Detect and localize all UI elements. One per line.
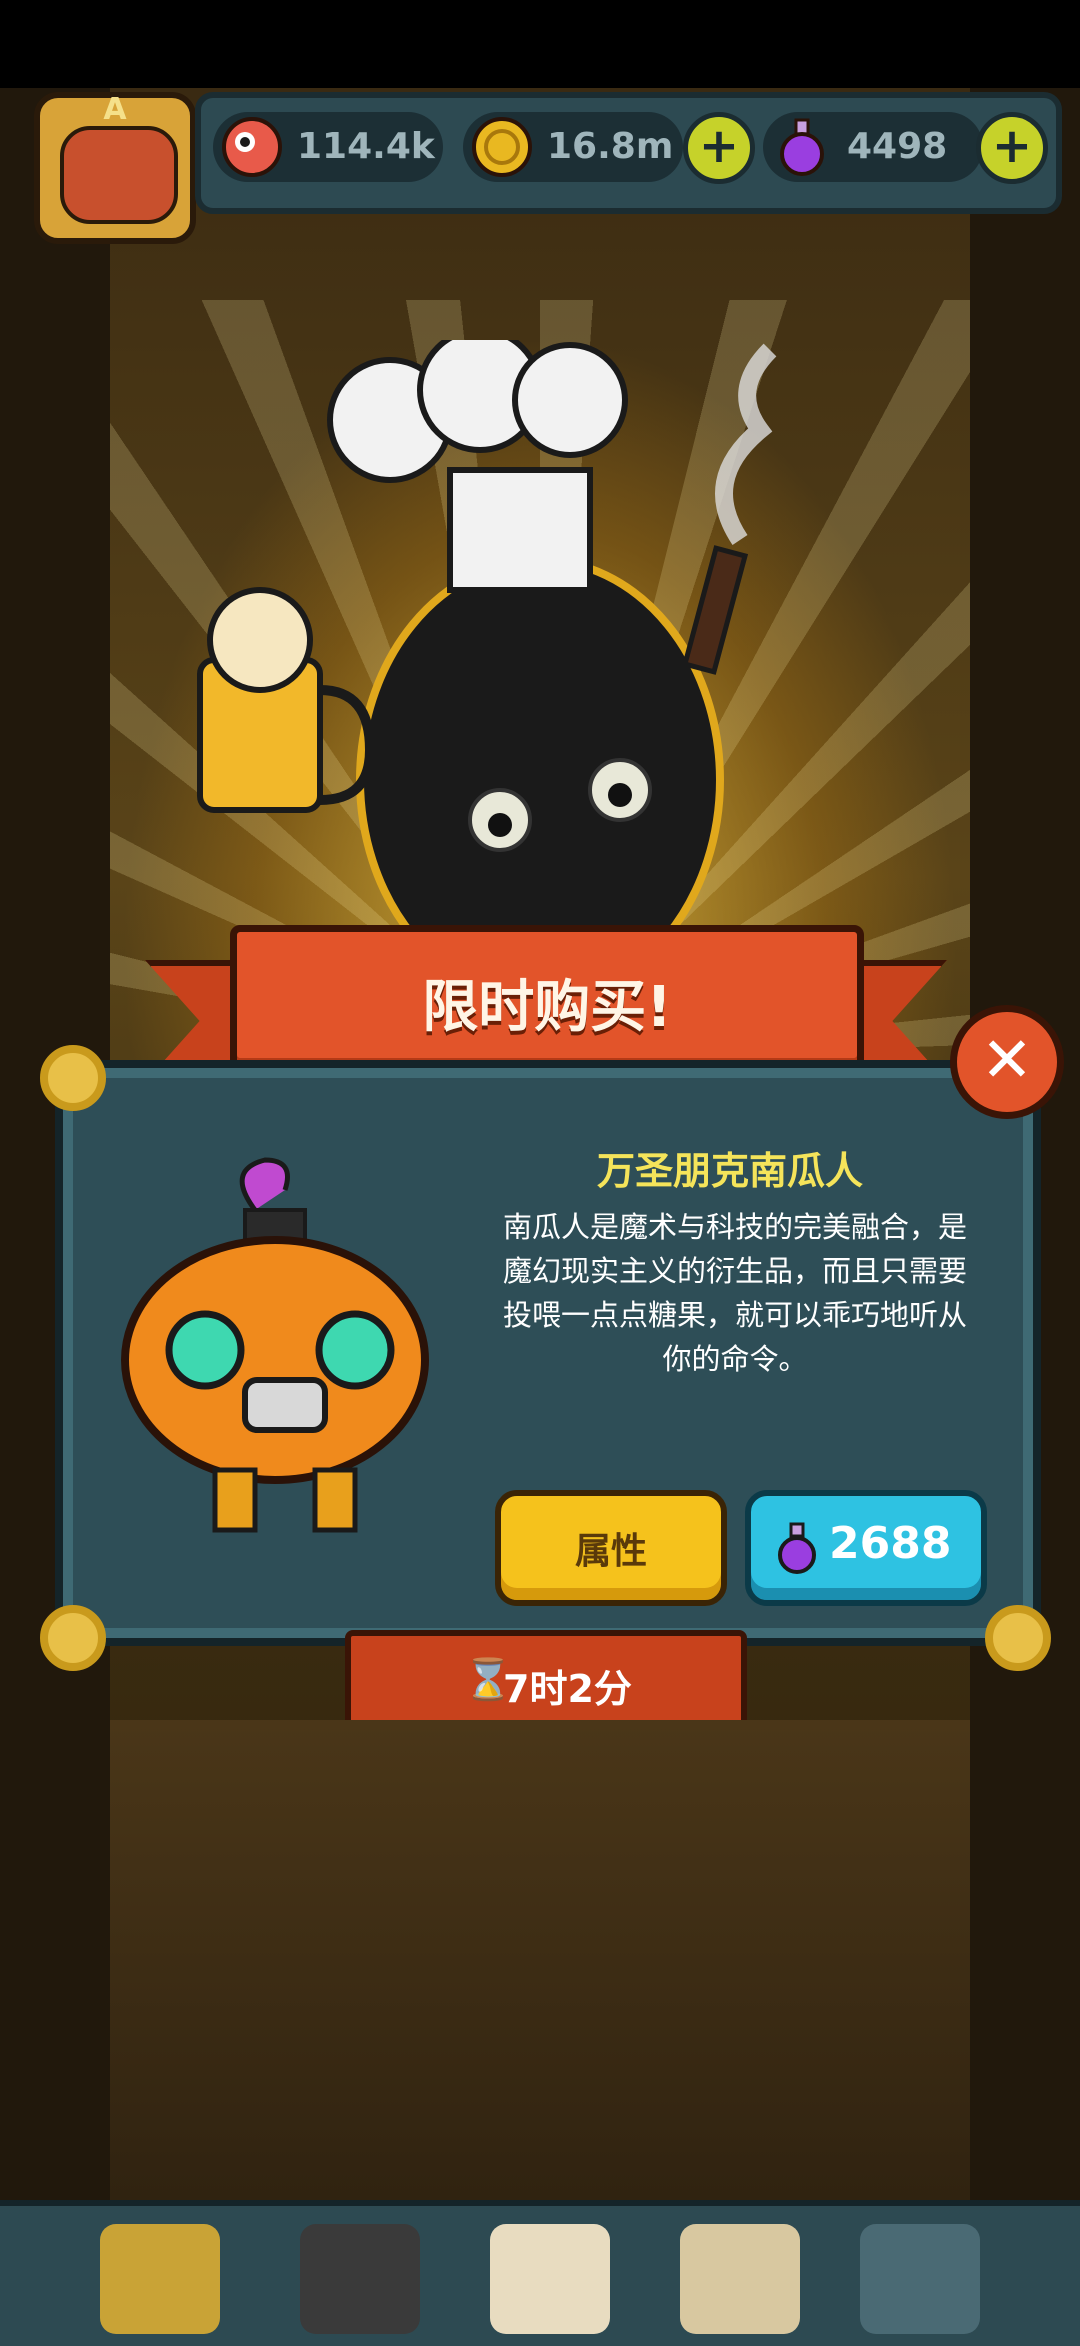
eyeball-counter: 114.4k <box>213 112 443 182</box>
bottom-nav <box>0 2200 1080 2346</box>
pumpkin-robot-illustration <box>121 1157 429 1533</box>
coin-count: 16.8m <box>547 126 674 167</box>
resource-bar: 114.4k 16.8m + 4498 + <box>195 92 1062 214</box>
price-value: 2688 <box>829 1518 952 1569</box>
potion-icon <box>778 1522 816 1574</box>
add-coins-button[interactable]: + <box>683 112 755 184</box>
limited-offer-banner: 限时购买! <box>230 925 864 1079</box>
room-background <box>110 1720 970 2220</box>
attributes-label: 属性 <box>574 1531 647 1572</box>
potion-icon <box>780 118 824 176</box>
nav-book-icon[interactable] <box>490 2224 610 2334</box>
potion-counter: 4498 <box>763 112 983 182</box>
coin-icon <box>472 117 532 177</box>
add-potions-button[interactable]: + <box>976 112 1048 184</box>
offer-timer: ⌛ 7时2分 <box>345 1630 747 1732</box>
profile-badge[interactable]: A <box>34 92 196 244</box>
close-icon: ✕ <box>981 1023 1033 1096</box>
eyeball-icon <box>222 117 282 177</box>
nav-room-icon[interactable] <box>100 2224 220 2334</box>
profile-rank-letter: A <box>103 92 127 127</box>
eyeball-count: 114.4k <box>297 126 435 167</box>
close-button[interactable]: ✕ <box>950 1005 1064 1119</box>
attributes-button[interactable]: 属性 <box>495 1490 727 1606</box>
panel-corner-ornament <box>40 1605 106 1671</box>
status-bar <box>0 0 1080 88</box>
panel-corner-ornament <box>40 1045 106 1111</box>
nav-monster-icon[interactable] <box>300 2224 420 2334</box>
timer-text: 7时2分 <box>503 1667 632 1711</box>
nav-grid-icon[interactable] <box>860 2224 980 2334</box>
item-description: 南瓜人是魔术与科技的完美融合，是魔幻现实主义的衍生品，而且只需要投喂一点点糖果，… <box>502 1210 967 1376</box>
item-name: 万圣朋克南瓜人 <box>596 1149 863 1193</box>
avatar <box>60 126 178 224</box>
banner-title: 限时购买! <box>422 975 672 1040</box>
panel-corner-ornament <box>985 1605 1051 1671</box>
buy-button[interactable]: 2688 <box>745 1490 987 1606</box>
nav-bag-icon[interactable] <box>680 2224 800 2334</box>
coin-counter: 16.8m <box>463 112 683 182</box>
potion-count: 4498 <box>847 126 948 167</box>
chef-creature-illustration <box>197 340 777 960</box>
